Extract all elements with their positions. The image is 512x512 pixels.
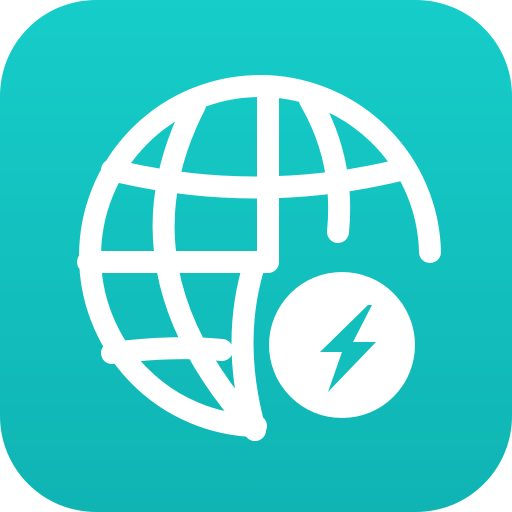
app-icon-graphic <box>0 0 512 512</box>
globe-parallel-lower <box>101 337 233 364</box>
globe-meridian-center-lower <box>231 251 266 441</box>
app-icon[interactable] <box>0 0 512 512</box>
